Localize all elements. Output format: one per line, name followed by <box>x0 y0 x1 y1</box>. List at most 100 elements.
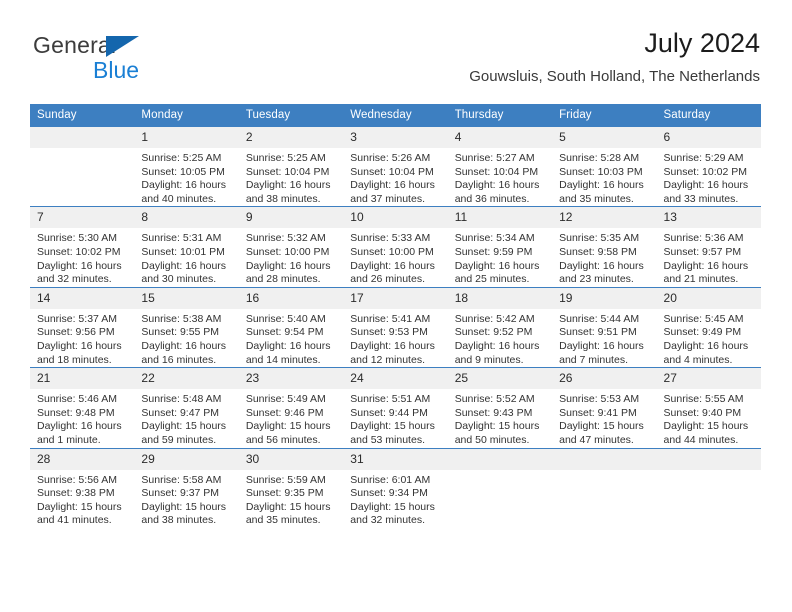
sunrise-text: Sunrise: 5:37 AM <box>37 312 117 325</box>
daylight-text-line2: and 56 minutes. <box>245 433 321 446</box>
general-blue-logo[interactable]: General Blue <box>33 32 213 92</box>
daylight-text-line2: and 38 minutes. <box>141 514 217 527</box>
day-number: 2 <box>238 127 344 148</box>
day-cell[interactable]: 7 Sunrise: 5:30 AM Sunset: 10:02 PM Dayl… <box>30 206 135 288</box>
day-number: 14 <box>30 287 135 309</box>
sunset-text: Sunset: 10:05 PM <box>141 165 225 178</box>
day-cell[interactable]: 22 Sunrise: 5:48 AM Sunset: 9:47 PM Dayl… <box>134 367 239 448</box>
sunrise-text: Sunrise: 5:29 AM <box>663 152 744 164</box>
daylight-text-line2: and 26 minutes. <box>350 273 425 286</box>
daylight-text-line1: Daylight: 16 hours <box>663 179 749 192</box>
day-cell[interactable]: 10 Sunrise: 5:33 AM Sunset: 10:00 PM Day… <box>343 206 448 288</box>
day-cell[interactable]: 29 Sunrise: 5:58 AM Sunset: 9:37 PM Dayl… <box>134 447 239 528</box>
day-cell[interactable]: 30 Sunrise: 5:59 AM Sunset: 9:35 PM Dayl… <box>238 447 344 528</box>
sunset-text: Sunset: 9:57 PM <box>663 245 742 258</box>
day-number: 15 <box>134 287 239 309</box>
daylight-text-line2: and 50 minutes. <box>454 433 530 446</box>
sunrise-text: Sunrise: 5:46 AM <box>37 393 117 406</box>
day-details: Sunrise: 5:59 AM Sunset: 9:35 PM Dayligh… <box>239 470 343 528</box>
daylight-text-line1: Daylight: 16 hours <box>559 259 644 272</box>
day-cell[interactable]: 28 Sunrise: 5:56 AM Sunset: 9:38 PM Dayl… <box>30 447 135 528</box>
day-cell <box>30 125 135 207</box>
day-cell[interactable]: 14 Sunrise: 5:37 AM Sunset: 9:56 PM Dayl… <box>30 286 135 368</box>
sunset-text: Sunset: 9:37 PM <box>141 487 220 500</box>
day-number: 30 <box>238 448 344 470</box>
sunset-text: Sunset: 9:35 PM <box>245 487 324 500</box>
day-cell[interactable]: 1 Sunrise: 5:25 AM Sunset: 10:05 PM Dayl… <box>134 125 239 207</box>
day-cell[interactable]: 12 Sunrise: 5:35 AM Sunset: 9:58 PM Dayl… <box>552 206 657 288</box>
day-cell[interactable]: 13 Sunrise: 5:36 AM Sunset: 9:57 PM Dayl… <box>656 206 761 288</box>
calendar-week-row: 28 Sunrise: 5:56 AM Sunset: 9:38 PM Dayl… <box>30 447 761 528</box>
day-cell[interactable]: 25 Sunrise: 5:52 AM Sunset: 9:43 PM Dayl… <box>447 367 553 448</box>
sunrise-text: Sunrise: 5:44 AM <box>559 312 640 325</box>
daylight-text-line1: Daylight: 15 hours <box>350 420 435 433</box>
day-details: Sunrise: 5:56 AM Sunset: 9:38 PM Dayligh… <box>30 470 134 528</box>
day-number: 8 <box>134 207 239 229</box>
sunrise-text: Sunrise: 5:36 AM <box>663 232 744 245</box>
day-cell[interactable]: 17 Sunrise: 5:41 AM Sunset: 9:53 PM Dayl… <box>343 286 448 368</box>
day-cell[interactable]: 15 Sunrise: 5:38 AM Sunset: 9:55 PM Dayl… <box>134 286 239 368</box>
day-cell[interactable]: 5 Sunrise: 5:28 AM Sunset: 10:03 PM Dayl… <box>552 125 657 207</box>
daylight-text-line1: Daylight: 16 hours <box>245 259 331 272</box>
day-details: Sunrise: 5:25 AM Sunset: 10:04 PM Daylig… <box>239 148 343 206</box>
day-number: 31 <box>343 448 448 470</box>
sunset-text: Sunset: 9:34 PM <box>350 487 428 500</box>
calendar-page: General Blue July 2024 Gouwsluis, South … <box>0 0 792 612</box>
month-calendar-table: Sunday Monday Tuesday Wednesday Thursday… <box>30 104 761 528</box>
day-cell[interactable]: 6 Sunrise: 5:29 AM Sunset: 10:02 PM Dayl… <box>656 125 761 207</box>
day-cell[interactable]: 23 Sunrise: 5:49 AM Sunset: 9:46 PM Dayl… <box>238 367 344 448</box>
calendar-week-row: 14 Sunrise: 5:37 AM Sunset: 9:56 PM Dayl… <box>30 286 761 368</box>
sunset-text: Sunset: 9:59 PM <box>454 245 533 258</box>
day-cell[interactable]: 26 Sunrise: 5:53 AM Sunset: 9:41 PM Dayl… <box>552 367 657 448</box>
day-number: 4 <box>447 127 553 148</box>
day-cell[interactable]: 3 Sunrise: 5:26 AM Sunset: 10:04 PM Dayl… <box>343 125 448 207</box>
sunrise-text: Sunrise: 5:31 AM <box>141 232 222 245</box>
day-cell[interactable]: 8 Sunrise: 5:31 AM Sunset: 10:01 PM Dayl… <box>134 206 239 288</box>
sunset-text: Sunset: 10:03 PM <box>559 165 643 178</box>
day-cell[interactable]: 27 Sunrise: 5:55 AM Sunset: 9:40 PM Dayl… <box>656 367 761 448</box>
day-details: Sunrise: 5:30 AM Sunset: 10:02 PM Daylig… <box>30 228 134 286</box>
daylight-text-line2: and 53 minutes. <box>350 433 425 446</box>
daylight-text-line1: Daylight: 16 hours <box>663 259 749 272</box>
sunrise-text: Sunrise: 5:30 AM <box>37 232 117 245</box>
page-subtitle: Gouwsluis, South Holland, The Netherland… <box>469 68 760 85</box>
sunset-text: Sunset: 9:41 PM <box>559 406 637 419</box>
day-cell[interactable]: 9 Sunrise: 5:32 AM Sunset: 10:00 PM Dayl… <box>238 206 344 288</box>
sunrise-text: Sunrise: 5:42 AM <box>454 312 535 325</box>
day-cell[interactable]: 24 Sunrise: 5:51 AM Sunset: 9:44 PM Dayl… <box>343 367 448 448</box>
sunrise-text: Sunrise: 5:52 AM <box>454 393 535 406</box>
day-cell[interactable]: 21 Sunrise: 5:46 AM Sunset: 9:48 PM Dayl… <box>30 367 135 448</box>
day-details: Sunrise: 5:26 AM Sunset: 10:04 PM Daylig… <box>343 148 447 206</box>
day-details: Sunrise: 5:37 AM Sunset: 9:56 PM Dayligh… <box>30 309 134 367</box>
sunset-text: Sunset: 10:04 PM <box>245 165 330 178</box>
day-cell[interactable]: 16 Sunrise: 5:40 AM Sunset: 9:54 PM Dayl… <box>238 286 344 368</box>
daylight-text-line1: Daylight: 16 hours <box>350 339 435 352</box>
sunset-text: Sunset: 9:38 PM <box>37 487 115 500</box>
daylight-text-line2: and 1 minute. <box>37 433 101 446</box>
day-cell[interactable]: 20 Sunrise: 5:45 AM Sunset: 9:49 PM Dayl… <box>656 286 761 368</box>
sunset-text: Sunset: 9:58 PM <box>559 245 637 258</box>
day-details: Sunrise: 5:55 AM Sunset: 9:40 PM Dayligh… <box>657 389 761 447</box>
sunrise-text: Sunrise: 5:35 AM <box>559 232 640 245</box>
daylight-text-line1: Daylight: 15 hours <box>37 500 122 513</box>
daylight-text-line1: Daylight: 16 hours <box>559 179 644 192</box>
day-number: 29 <box>134 448 239 470</box>
sunrise-text: Sunrise: 5:53 AM <box>559 393 640 406</box>
daylight-text-line1: Daylight: 15 hours <box>350 500 435 513</box>
day-cell[interactable]: 11 Sunrise: 5:34 AM Sunset: 9:59 PM Dayl… <box>447 206 553 288</box>
day-number: 12 <box>552 207 657 229</box>
sunrise-text: Sunrise: 5:32 AM <box>245 232 326 245</box>
day-cell[interactable]: 18 Sunrise: 5:42 AM Sunset: 9:52 PM Dayl… <box>447 286 553 368</box>
day-cell[interactable]: 31 Sunrise: 6:01 AM Sunset: 9:34 PM Dayl… <box>343 447 448 528</box>
sunrise-text: Sunrise: 5:40 AM <box>245 312 326 325</box>
sunrise-text: Sunrise: 5:26 AM <box>350 152 431 164</box>
sunset-text: Sunset: 9:43 PM <box>454 406 533 419</box>
day-details: Sunrise: 5:40 AM Sunset: 9:54 PM Dayligh… <box>239 309 343 367</box>
day-cell[interactable]: 4 Sunrise: 5:27 AM Sunset: 10:04 PM Dayl… <box>447 125 553 207</box>
day-cell[interactable]: 2 Sunrise: 5:25 AM Sunset: 10:04 PM Dayl… <box>238 125 344 207</box>
day-number <box>30 127 135 148</box>
daylight-text-line2: and 12 minutes. <box>350 353 425 366</box>
day-cell[interactable]: 19 Sunrise: 5:44 AM Sunset: 9:51 PM Dayl… <box>552 286 657 368</box>
daylight-text-line2: and 41 minutes. <box>37 514 112 527</box>
weekday-header-friday: Friday <box>552 104 657 127</box>
